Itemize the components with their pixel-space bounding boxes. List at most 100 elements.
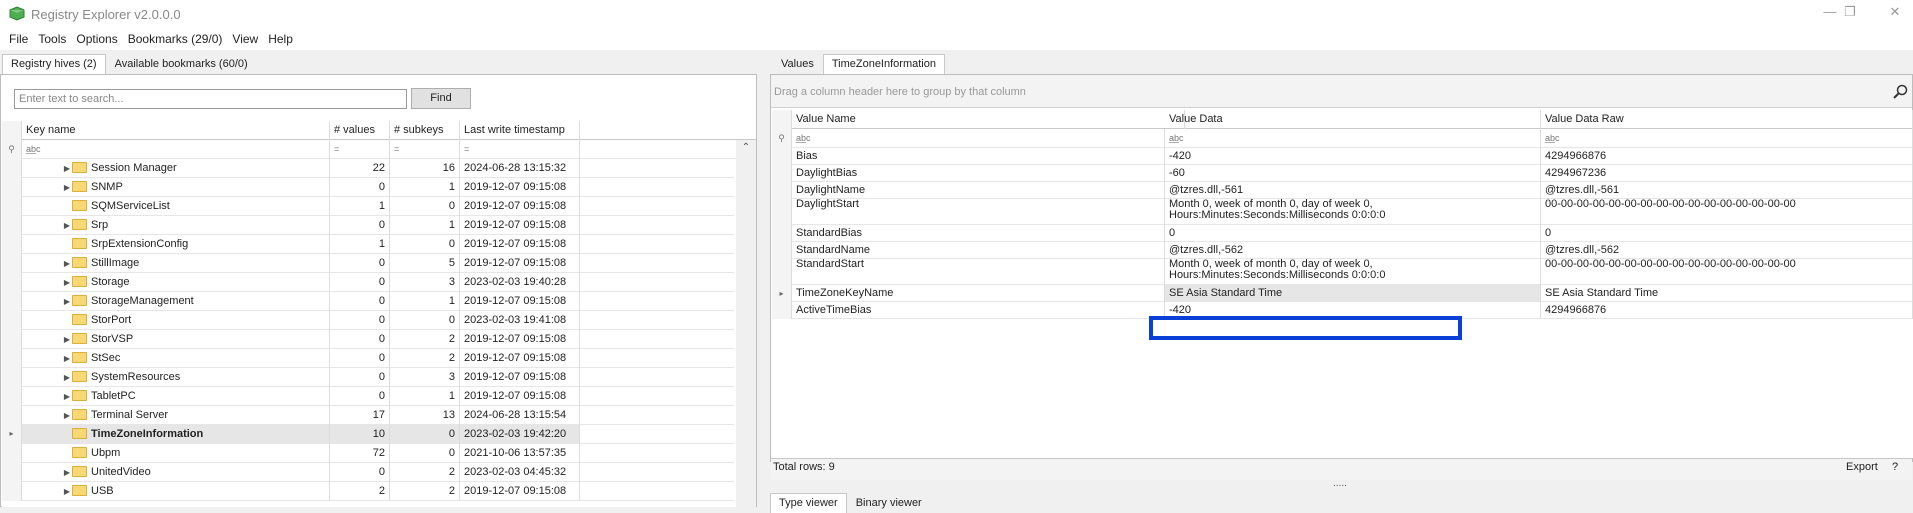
filter-value-data-raw[interactable]: a̲b̲c — [1541, 129, 1913, 148]
menu-help[interactable]: Help — [263, 32, 298, 46]
help-button[interactable]: ? — [1892, 461, 1898, 473]
expand-arrow-icon[interactable]: ▶ — [62, 388, 72, 406]
menu-file[interactable]: File — [4, 32, 33, 46]
value-row[interactable]: StandardStart Month 0, week of month 0, d… — [772, 259, 1913, 285]
tree-row[interactable]: ▶ StillImage 0 5 2019-12-07 09:15:08 — [2, 254, 734, 273]
value-row[interactable]: Bias -420 4294966876 — [772, 148, 1913, 165]
expand-arrow-icon[interactable]: ▶ — [62, 464, 72, 482]
expand-arrow-icon[interactable]: ▶ — [62, 160, 72, 178]
tree-row[interactable]: ▶ UnitedVideo 0 2 2023-02-03 04:45:32 — [2, 463, 734, 482]
value-data-raw[interactable]: 00-00-00-00-00-00-00-00-00-00-00-00-00-0… — [1541, 259, 1913, 285]
filter-last-write[interactable]: = — [460, 140, 580, 159]
tree-row[interactable]: ▶ Session Manager 22 16 2024-06-28 13:15:32 — [2, 159, 734, 178]
col-values[interactable]: # values — [330, 121, 390, 140]
value-data-raw[interactable]: @tzres.dll,-562 — [1541, 242, 1913, 259]
scroll-up-icon[interactable]: ⌃ — [736, 142, 756, 153]
tree-row[interactable]: ▶ SystemResources 0 3 2019-12-07 09:15:08 — [2, 368, 734, 387]
value-row[interactable]: StandardBias 0 0 — [772, 225, 1913, 242]
key-name-cell[interactable]: ▶ UnitedVideo — [22, 463, 330, 482]
tab-timezoneinformation[interactable]: TimeZoneInformation — [822, 54, 945, 74]
value-name[interactable]: ActiveTimeBias — [792, 302, 1165, 319]
tree-row[interactable]: Ubpm 72 0 2021-10-06 13:57:35 — [2, 444, 734, 463]
value-data[interactable]: 0 — [1165, 225, 1541, 242]
value-name[interactable]: StandardBias — [792, 225, 1165, 242]
splitter-grip[interactable]: ..... — [1333, 478, 1347, 489]
filter-key-name[interactable]: a̲b̲c — [22, 140, 330, 159]
menu-options[interactable]: Options — [71, 32, 122, 46]
key-name-cell[interactable]: StorPort — [22, 311, 330, 330]
tree-row[interactable]: ▸ TimeZoneInformation 10 0 2023-02-03 19:42:… — [2, 425, 734, 444]
col-value-data-raw[interactable]: Value Data Raw — [1541, 110, 1913, 129]
value-name[interactable]: DaylightBias — [792, 165, 1165, 182]
key-name-cell[interactable]: ▶ USB — [22, 482, 330, 501]
restore-button[interactable]: ❐ — [1838, 4, 1862, 20]
expand-arrow-icon[interactable]: ▶ — [62, 369, 72, 387]
key-name-cell[interactable]: ▶ Session Manager — [22, 159, 330, 178]
key-name-cell[interactable]: ▶ TabletPC — [22, 387, 330, 406]
tree-row[interactable]: ▶ Terminal Server 17 13 2024-06-28 13:15:54 — [2, 406, 734, 425]
export-button[interactable]: Export — [1846, 461, 1878, 473]
col-key-name[interactable]: Key name — [22, 121, 330, 140]
tab-values[interactable]: Values — [772, 54, 823, 74]
key-name-cell[interactable]: ▶ StorVSP — [22, 330, 330, 349]
tree-row[interactable]: ▶ SNMP 0 1 2019-12-07 09:15:08 — [2, 178, 734, 197]
expand-arrow-icon[interactable]: ▶ — [62, 255, 72, 273]
tree-row[interactable]: StorPort 0 0 2023-02-03 19:41:08 — [2, 311, 734, 330]
key-name-cell[interactable]: ▶ StillImage — [22, 254, 330, 273]
value-data[interactable]: SE Asia Standard Time — [1165, 285, 1541, 302]
value-data-raw[interactable]: @tzres.dll,-561 — [1541, 182, 1913, 199]
value-row[interactable]: DaylightBias -60 4294967236 — [772, 165, 1913, 182]
expand-arrow-icon[interactable]: ▶ — [62, 350, 72, 368]
col-value-name[interactable]: Value Name — [792, 110, 1185, 129]
key-name-cell[interactable]: ▶ SystemResources — [22, 368, 330, 387]
value-data-raw[interactable]: 4294966876 — [1541, 302, 1913, 319]
value-data-raw[interactable]: 4294966876 — [1541, 148, 1913, 165]
search-icon[interactable] — [1892, 84, 1908, 100]
expand-arrow-icon[interactable]: ▶ — [62, 407, 72, 425]
tree-row[interactable]: ▶ StorVSP 0 2 2019-12-07 09:15:08 — [2, 330, 734, 349]
tree-row[interactable]: SrpExtensionConfig 1 0 2019-12-07 09:15:08 — [2, 235, 734, 254]
value-name[interactable]: Bias — [792, 148, 1165, 165]
key-name-cell[interactable]: SQMServiceList — [22, 197, 330, 216]
menu-bookmarks[interactable]: Bookmarks (29/0) — [123, 32, 228, 46]
expand-arrow-icon[interactable]: ▶ — [62, 179, 72, 197]
key-name-cell[interactable]: ▶ StorageManagement — [22, 292, 330, 311]
col-subkeys[interactable]: # subkeys — [390, 121, 460, 140]
value-row[interactable]: DaylightName @tzres.dll,-561 @tzres.dll,-5… — [772, 182, 1913, 199]
expand-arrow-icon[interactable]: ▶ — [62, 293, 72, 311]
value-name[interactable]: StandardName — [792, 242, 1165, 259]
tree-row[interactable]: ▶ StorageManagement 0 1 2019-12-07 09:15:08 — [2, 292, 734, 311]
value-row[interactable]: StandardName @tzres.dll,-562 @tzres.dll,-5… — [772, 242, 1913, 259]
search-input[interactable]: Enter text to search... — [14, 89, 407, 109]
value-data-raw[interactable]: SE Asia Standard Time — [1541, 285, 1913, 302]
value-data-raw[interactable]: 4294967236 — [1541, 165, 1913, 182]
key-name-cell[interactable]: Ubpm — [22, 444, 330, 463]
value-name[interactable]: DaylightStart — [792, 199, 1165, 225]
value-data[interactable]: Month 0, week of month 0, day of week 0,… — [1165, 199, 1541, 225]
filter-subkeys[interactable]: = — [390, 140, 460, 159]
tab-type-viewer[interactable]: Type viewer — [770, 493, 847, 513]
filter-value-name[interactable]: a̲b̲c — [792, 129, 1165, 148]
value-data[interactable]: @tzres.dll,-561 — [1165, 182, 1541, 199]
tree-row[interactable]: ▶ StSec 0 2 2019-12-07 09:15:08 — [2, 349, 734, 368]
tree-row[interactable]: ▶ Srp 0 1 2019-12-07 09:15:08 — [2, 216, 734, 235]
value-name[interactable]: TimeZoneKeyName — [792, 285, 1165, 302]
tree-row[interactable]: ▶ TabletPC 0 1 2019-12-07 09:15:08 — [2, 387, 734, 406]
key-name-cell[interactable]: ▶ Srp — [22, 216, 330, 235]
tree-scrollbar[interactable]: ⌃ — [736, 140, 756, 507]
expand-arrow-icon[interactable]: ▶ — [62, 274, 72, 292]
col-value-data[interactable]: Value Data — [1165, 110, 1541, 129]
tab-registry-hives[interactable]: Registry hives (2) — [2, 54, 106, 74]
expand-arrow-icon[interactable]: ▶ — [62, 483, 72, 501]
tab-available-bookmarks[interactable]: Available bookmarks (60/0) — [106, 54, 257, 74]
expand-arrow-icon[interactable]: ▶ — [62, 217, 72, 235]
key-name-cell[interactable]: ▶ StSec — [22, 349, 330, 368]
value-data[interactable]: Month 0, week of month 0, day of week 0,… — [1165, 259, 1541, 285]
tree-row[interactable]: SQMServiceList 1 0 2019-12-07 09:15:08 — [2, 197, 734, 216]
value-data[interactable]: -420 — [1165, 148, 1541, 165]
filter-values[interactable]: = — [330, 140, 390, 159]
key-name-cell[interactable]: ▶ SNMP — [22, 178, 330, 197]
key-name-cell[interactable]: ▶ Terminal Server — [22, 406, 330, 425]
value-data-raw[interactable]: 0 — [1541, 225, 1913, 242]
menu-tools[interactable]: Tools — [33, 32, 71, 46]
